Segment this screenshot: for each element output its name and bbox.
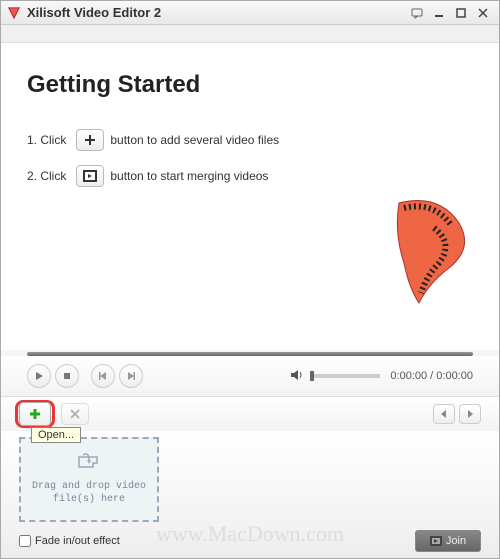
maximize-button[interactable]: [451, 6, 471, 20]
time-total: 0:00:00: [436, 370, 473, 382]
step-2-text: button to start merging videos: [110, 169, 268, 183]
dropzone-line1: Drag and drop video: [32, 480, 146, 493]
next-button[interactable]: [119, 364, 143, 388]
dropzone-text: Drag and drop video file(s) here: [32, 480, 146, 506]
join-icon: [430, 536, 442, 546]
scroll-left-button[interactable]: [433, 404, 455, 424]
step-1: 1. Click button to add several video fil…: [27, 129, 473, 151]
stop-button[interactable]: [55, 364, 79, 388]
bottom-bar: Fade in/out effect Join: [1, 524, 499, 558]
fade-checkbox-input[interactable]: [19, 535, 31, 547]
app-logo-icon: [7, 6, 21, 20]
merge-icon-inline: [76, 165, 104, 187]
filmstrip-graphic-icon: [379, 193, 479, 313]
dropzone-area: Drag and drop video file(s) here: [1, 431, 499, 524]
file-toolbar: Open...: [1, 397, 499, 431]
prev-button[interactable]: [91, 364, 115, 388]
file-dropzone[interactable]: Drag and drop video file(s) here: [19, 437, 159, 522]
scroll-right-button[interactable]: [459, 404, 481, 424]
app-window: Xilisoft Video Editor 2 Getting Started …: [0, 0, 500, 559]
fade-checkbox[interactable]: Fade in/out effect: [19, 535, 120, 547]
dropzone-line2: file(s) here: [32, 493, 146, 506]
fade-label: Fade in/out effect: [35, 535, 120, 547]
main-content: Getting Started 1. Click button to add s…: [1, 43, 499, 350]
join-button[interactable]: Join: [415, 530, 481, 552]
play-button[interactable]: [27, 364, 51, 388]
menubar: [1, 25, 499, 43]
step-1-prefix: 1. Click: [27, 133, 66, 147]
time-current: 0:00:00: [390, 370, 427, 382]
page-heading: Getting Started: [27, 71, 473, 99]
join-label: Join: [446, 535, 466, 547]
titlebar: Xilisoft Video Editor 2: [1, 1, 499, 25]
add-tooltip: Open...: [31, 427, 81, 443]
volume-icon[interactable]: [290, 369, 304, 384]
dropzone-arrow-icon: [75, 453, 103, 478]
minimize-button[interactable]: [429, 6, 449, 20]
step-2: 2. Click button to start merging videos: [27, 165, 473, 187]
close-button[interactable]: [473, 6, 493, 20]
remove-file-button[interactable]: [61, 403, 89, 425]
window-title: Xilisoft Video Editor 2: [27, 5, 405, 20]
getting-started-steps: 1. Click button to add several video fil…: [27, 129, 473, 187]
add-file-button[interactable]: [19, 402, 51, 426]
volume-slider[interactable]: [310, 374, 380, 378]
step-1-text: button to add several video files: [110, 133, 279, 147]
step-2-prefix: 2. Click: [27, 169, 66, 183]
time-sep: /: [427, 370, 436, 382]
add-icon-inline: [76, 129, 104, 151]
feedback-icon[interactable]: [407, 6, 427, 20]
playback-controls: 0:00:00 / 0:00:00: [1, 356, 499, 396]
playback-progress[interactable]: [27, 350, 473, 354]
timecode: 0:00:00 / 0:00:00: [390, 370, 473, 382]
